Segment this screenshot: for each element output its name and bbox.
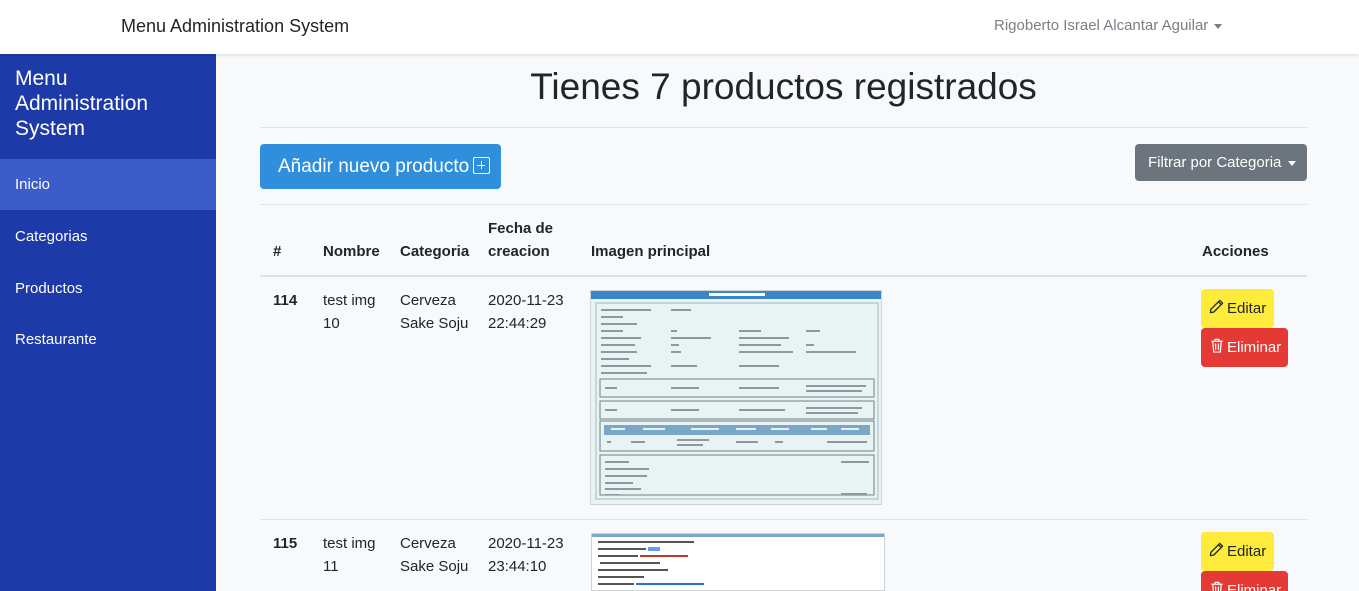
- pencil-icon: [1209, 290, 1224, 329]
- row-name: test img 10: [323, 292, 376, 332]
- column-header-actions: Acciones: [1202, 243, 1269, 260]
- row-name: test img 11: [323, 535, 376, 575]
- main-content: Tienes 7 productos registrados Añadir nu…: [216, 54, 1359, 591]
- delete-button[interactable]: Eliminar: [1201, 328, 1288, 367]
- edit-button[interactable]: Editar: [1201, 532, 1274, 571]
- row-date: 2020-11-23 22:44:29: [488, 292, 564, 332]
- column-header-id: #: [273, 243, 282, 260]
- sidebar: Menu Administration System Inicio Catego…: [0, 54, 216, 591]
- caret-down-icon: [1214, 23, 1223, 29]
- add-product-button[interactable]: Añadir nuevo producto: [260, 144, 501, 189]
- sidebar-title: Menu Administration System: [15, 67, 149, 140]
- row-border: [260, 519, 1307, 520]
- column-header-name: Nombre: [323, 243, 380, 260]
- table-header-border: [260, 275, 1307, 277]
- filter-category-label: Filtrar por Categoria: [1148, 154, 1282, 171]
- sidebar-item-restaurante[interactable]: Restaurante: [0, 314, 216, 365]
- trash-icon: [1210, 572, 1224, 591]
- user-dropdown[interactable]: Rigoberto Israel Alcantar Aguilar: [994, 17, 1223, 34]
- pencil-icon: [1209, 533, 1224, 572]
- column-header-image: Imagen principal: [591, 243, 711, 260]
- product-image[interactable]: [590, 290, 882, 505]
- caret-down-icon: [1288, 160, 1297, 166]
- edit-button[interactable]: Editar: [1201, 289, 1274, 328]
- document-thumbnail: [592, 534, 884, 590]
- document-thumbnail: [591, 291, 881, 504]
- trash-icon: [1210, 329, 1224, 368]
- top-navbar: Menu Administration System Rigoberto Isr…: [0, 0, 1359, 54]
- filter-category-button[interactable]: Filtrar por Categoria: [1135, 144, 1307, 181]
- edit-label: Editar: [1227, 543, 1267, 560]
- row-category: Cerveza Sake Soju: [400, 535, 469, 575]
- navbar-brand[interactable]: Menu Administration System: [121, 16, 349, 37]
- add-product-label: Añadir nuevo producto: [278, 156, 470, 177]
- page-title: Tienes 7 productos registrados: [530, 66, 1037, 107]
- user-name: Rigoberto Israel Alcantar Aguilar: [994, 17, 1209, 34]
- sidebar-item-productos[interactable]: Productos: [0, 263, 216, 314]
- delete-button[interactable]: Eliminar: [1201, 571, 1288, 591]
- divider: [260, 204, 1307, 205]
- column-header-category: Categoria: [400, 243, 470, 260]
- row-date: 2020-11-23 23:44:10: [488, 535, 564, 575]
- row-id: 115: [273, 535, 298, 552]
- delete-label: Eliminar: [1227, 339, 1282, 356]
- row-category: Cerveza Sake Soju: [400, 292, 469, 332]
- row-id: 114: [273, 292, 298, 309]
- column-header-date: Fecha de creacion: [488, 220, 554, 260]
- divider: [260, 127, 1307, 128]
- sidebar-item-inicio[interactable]: Inicio: [0, 159, 216, 210]
- edit-label: Editar: [1227, 300, 1267, 317]
- sidebar-item-categorias[interactable]: Categorias: [0, 211, 216, 262]
- delete-label: Eliminar: [1227, 582, 1282, 591]
- product-image[interactable]: [591, 533, 885, 591]
- plus-square-icon: [473, 157, 491, 174]
